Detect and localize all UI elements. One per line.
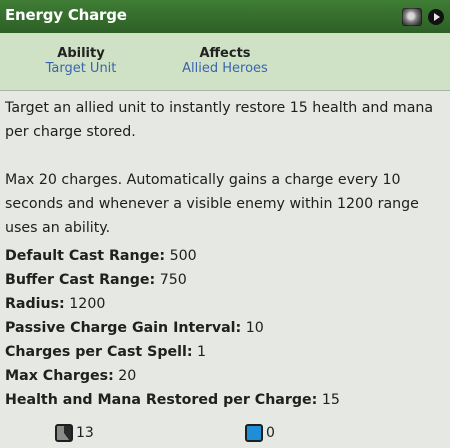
stat-value: 750: [159, 272, 187, 288]
header-icons: [402, 8, 444, 26]
affects: Affects Allied Heroes: [176, 46, 274, 76]
stat-value: 15: [321, 392, 340, 408]
stat-row: Charges per Cast Spell: 1: [5, 340, 445, 364]
play-icon[interactable]: [428, 9, 444, 25]
stat-row: Radius: 1200: [5, 292, 445, 316]
ability-title: Energy Charge: [5, 6, 127, 24]
stat-label: Charges per Cast Spell:: [5, 344, 193, 360]
cooldown-icon: [55, 424, 73, 442]
ability-header: Energy Charge: [0, 0, 450, 33]
stat-row: Default Cast Range: 500: [5, 244, 445, 268]
stat-value: 500: [169, 248, 197, 264]
ability-costs: 13 0: [0, 421, 450, 445]
mana-value: 0: [266, 425, 275, 441]
affects-value[interactable]: Allied Heroes: [176, 61, 274, 76]
stat-label: Default Cast Range:: [5, 248, 166, 264]
stat-row: Passive Charge Gain Interval: 10: [5, 316, 445, 340]
stat-label: Radius:: [5, 296, 65, 312]
stat-value: 10: [245, 320, 264, 336]
stat-row: Buffer Cast Range: 750: [5, 268, 445, 292]
stat-label: Buffer Cast Range:: [5, 272, 156, 288]
ability-description: Target an allied unit to instantly resto…: [5, 96, 445, 412]
ability-type-label: Ability: [57, 46, 105, 61]
stat-label: Max Charges:: [5, 368, 114, 384]
ability-type: Ability Target Unit: [36, 46, 126, 76]
stats-list: Default Cast Range: 500 Buffer Cast Rang…: [5, 244, 445, 412]
cooldown-value: 13: [76, 425, 94, 441]
description-paragraph-2: Max 20 charges. Automatically gains a ch…: [5, 172, 419, 236]
stat-label: Health and Mana Restored per Charge:: [5, 392, 318, 408]
hero-portrait-icon[interactable]: [402, 8, 422, 26]
ability-info-box: Ability Target Unit Affects Allied Heroe…: [0, 33, 450, 91]
stat-value: 20: [118, 368, 137, 384]
stat-row: Max Charges: 20: [5, 364, 445, 388]
affects-label: Affects: [199, 46, 251, 61]
stat-label: Passive Charge Gain Interval:: [5, 320, 242, 336]
mana-cost: 0: [245, 424, 275, 442]
mana-icon: [245, 424, 263, 442]
description-paragraph-1: Target an allied unit to instantly resto…: [5, 100, 434, 140]
stat-value: 1: [197, 344, 207, 360]
ability-type-value[interactable]: Target Unit: [36, 61, 126, 76]
cooldown-cost: 13: [55, 424, 94, 442]
stat-value: 1200: [69, 296, 106, 312]
stat-row: Health and Mana Restored per Charge: 15: [5, 388, 445, 412]
